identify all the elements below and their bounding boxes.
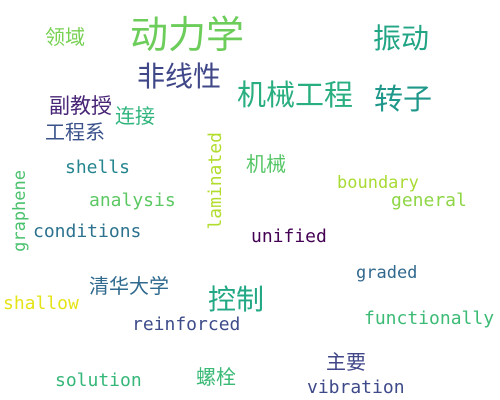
word-luoshuan: 螺栓 <box>196 365 236 389</box>
word-zhendong: 振动 <box>373 22 430 55</box>
word-analysis: analysis <box>89 190 176 211</box>
word-jixiegongcheng: 机械工程 <box>237 78 354 112</box>
word-cloud: 动力学 振动 领域 非线性 机械工程 转子 副教授 连接 工程系 shells … <box>0 0 500 400</box>
word-gongchengxi: 工程系 <box>45 120 105 144</box>
word-lingyu: 领域 <box>45 25 85 49</box>
word-reinforced: reinforced <box>132 314 241 335</box>
word-general: general <box>391 190 467 211</box>
word-shells: shells <box>65 157 131 178</box>
word-laminated: laminated <box>205 132 226 230</box>
word-zhuanzi: 转子 <box>374 82 433 116</box>
word-solution: solution <box>55 370 142 391</box>
word-fujiaoshou: 副教授 <box>49 94 112 118</box>
word-graded: graded <box>356 263 418 283</box>
word-graphene: graphene <box>10 170 30 252</box>
word-qinghua: 清华大学 <box>89 274 169 298</box>
word-conditions: conditions <box>33 221 142 242</box>
word-lianjie: 连接 <box>115 104 155 128</box>
word-unified: unified <box>251 226 327 247</box>
word-zhuyao: 主要 <box>326 350 366 374</box>
word-kongzhi: 控制 <box>208 283 265 316</box>
word-feixianxing: 非线性 <box>137 60 222 93</box>
word-shallow: shallow <box>3 293 79 314</box>
word-vibration: vibration <box>307 377 405 398</box>
word-functionally: functionally <box>364 308 495 329</box>
word-jixie: 机械 <box>246 152 286 176</box>
word-dongli: 动力学 <box>130 13 245 57</box>
